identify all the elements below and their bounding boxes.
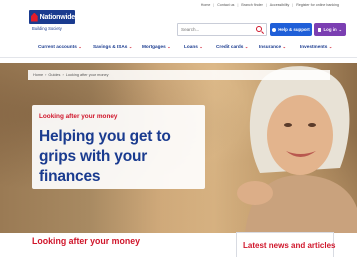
chevron-down-icon: ⌄ bbox=[328, 44, 333, 49]
hero-title: Helping you get to grips with your finan… bbox=[39, 128, 171, 185]
page: Home | Contact us | Branch finder | Acce… bbox=[0, 0, 357, 257]
nav-item-label: Credit cards bbox=[216, 44, 244, 49]
utility-link-accessibility[interactable]: Accessibility bbox=[270, 3, 290, 7]
house-logo-icon bbox=[31, 12, 38, 22]
chevron-down-icon: ⌄ bbox=[282, 44, 287, 49]
nav-item-label: Loans bbox=[184, 44, 198, 49]
nav-item-label: Current accounts bbox=[38, 44, 77, 49]
nav-item-loans[interactable]: Loans ⌄ bbox=[184, 44, 203, 49]
search-input[interactable] bbox=[181, 24, 253, 35]
main-nav: Current accounts ⌄ Savings & ISAs ⌄ Mortga… bbox=[0, 44, 357, 55]
log-in-button[interactable]: Log in ⌄ bbox=[314, 23, 346, 36]
nav-item-savings-isas[interactable]: Savings & ISAs ⌄ bbox=[93, 44, 132, 49]
log-in-label: Log in bbox=[323, 27, 337, 32]
nav-item-label: Mortgages bbox=[142, 44, 166, 49]
breadcrumb-home[interactable]: Home bbox=[33, 73, 43, 77]
breadcrumb: Home › Guides › Looking after your money bbox=[28, 70, 330, 80]
breadcrumb-current: Looking after your money bbox=[65, 73, 109, 77]
utility-separator: | bbox=[292, 3, 294, 7]
utility-separator: | bbox=[213, 3, 215, 7]
chevron-down-icon: ⌄ bbox=[128, 44, 133, 49]
nav-item-mortgages[interactable]: Mortgages ⌄ bbox=[142, 44, 171, 49]
utility-link-register[interactable]: Register for online banking bbox=[296, 3, 339, 7]
utility-link-contact[interactable]: Contact us bbox=[217, 3, 234, 7]
chevron-down-icon: ⌄ bbox=[167, 44, 171, 49]
utility-links: Home | Contact us | Branch finder | Acce… bbox=[201, 3, 339, 7]
nav-item-label: Investments bbox=[300, 44, 328, 49]
logo-name: Nationwide bbox=[39, 13, 76, 21]
utility-separator: | bbox=[265, 3, 267, 7]
nav-divider bbox=[0, 57, 357, 58]
breadcrumb-guides[interactable]: Guides bbox=[48, 73, 60, 77]
chevron-right-icon: › bbox=[62, 73, 64, 77]
help-support-label: Help & support bbox=[278, 27, 310, 32]
utility-link-home[interactable]: Home bbox=[201, 3, 211, 7]
hero-photo-woman bbox=[237, 66, 357, 233]
logo-badge: Nationwide bbox=[29, 10, 75, 24]
help-support-button[interactable]: Help & support bbox=[270, 23, 312, 36]
help-icon bbox=[272, 27, 277, 32]
hero-banner: Looking after your money Helping you get… bbox=[0, 63, 357, 233]
chevron-down-icon: ⌄ bbox=[78, 44, 82, 49]
chevron-down-icon: ⌄ bbox=[338, 27, 343, 32]
utility-separator: | bbox=[237, 3, 239, 7]
nav-item-current-accounts[interactable]: Current accounts ⌄ bbox=[38, 44, 82, 49]
search-box bbox=[177, 23, 267, 36]
nationwide-logo[interactable]: Nationwide Building Society bbox=[29, 10, 77, 35]
section-heading: Looking after your money bbox=[32, 236, 141, 246]
nav-item-insurance[interactable]: Insurance ⌄ bbox=[259, 44, 286, 49]
lock-icon bbox=[317, 27, 322, 32]
logo-subtitle: Building Society bbox=[32, 26, 62, 31]
nav-item-credit-cards[interactable]: Credit cards ⌄ bbox=[216, 44, 248, 49]
hero-card: Looking after your money Helping you get… bbox=[32, 105, 205, 189]
news-title: Latest news and articles bbox=[243, 241, 336, 250]
search-icon[interactable] bbox=[256, 26, 262, 32]
chevron-right-icon: › bbox=[45, 73, 47, 77]
chevron-down-icon: ⌄ bbox=[199, 44, 203, 49]
utility-link-branch-finder[interactable]: Branch finder bbox=[241, 3, 262, 7]
nav-item-label: Insurance bbox=[259, 44, 282, 49]
chevron-down-icon: ⌄ bbox=[244, 44, 249, 49]
nav-item-investments[interactable]: Investments ⌄ bbox=[300, 44, 332, 49]
nav-item-label: Savings & ISAs bbox=[93, 44, 128, 49]
hero-kicker: Looking after your money bbox=[39, 113, 118, 120]
news-card[interactable]: Latest news and articles bbox=[236, 232, 336, 257]
